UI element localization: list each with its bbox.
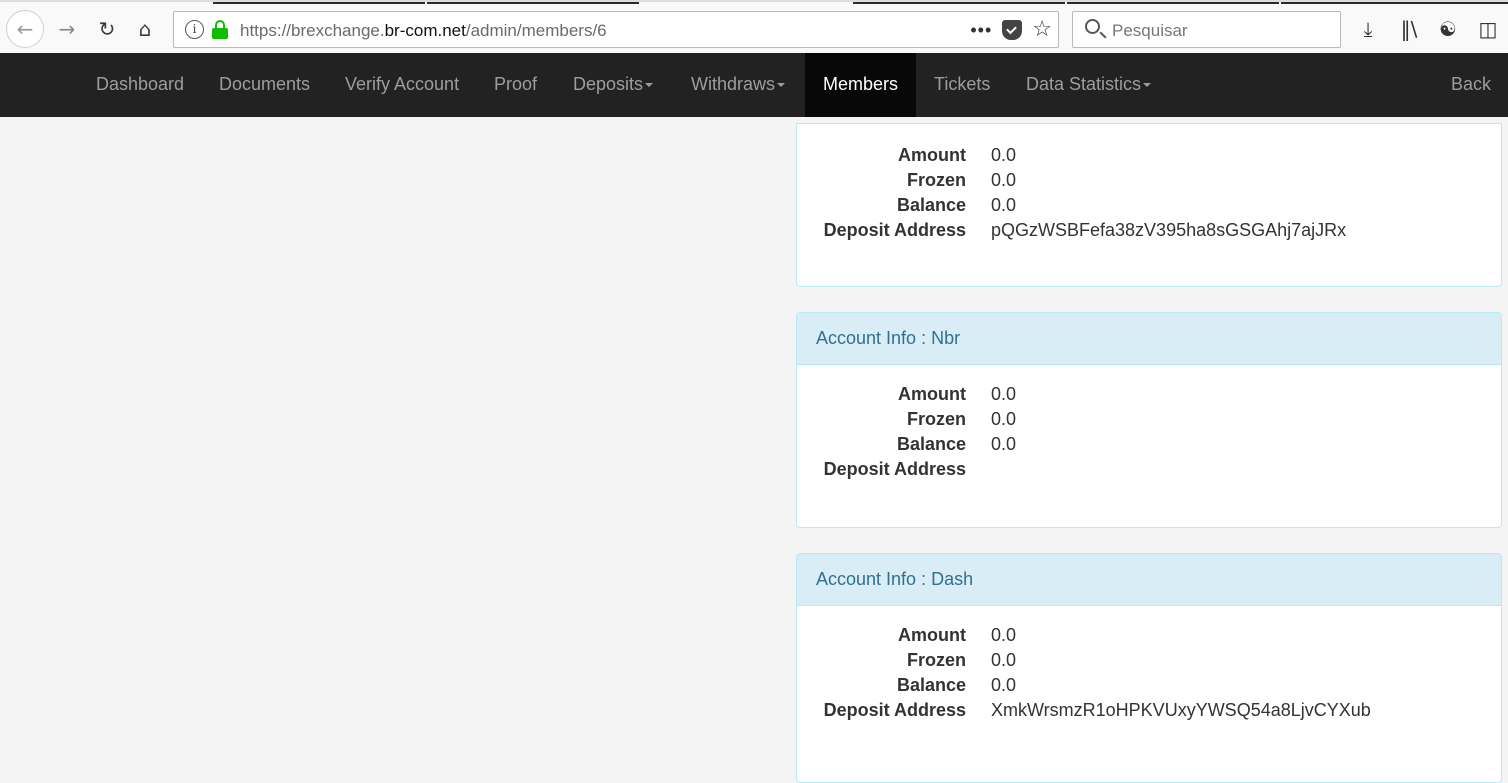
info-row-balance: Balance 0.0	[797, 673, 1503, 698]
row-label: Amount	[898, 145, 966, 165]
row-label: Balance	[896, 675, 966, 695]
account-info-panel-dash: Account Info : Dash Amount 0.0 Frozen 0.0 …	[796, 553, 1502, 783]
info-row-deposit-address: Deposit Address pQGzWSBFefa38zV395ha8sGSG…	[797, 218, 1503, 243]
sidebar-icon[interactable]: ◫	[1474, 14, 1502, 44]
nav-dashboard[interactable]: Dashboard	[96, 53, 184, 117]
row-label: Deposit Address	[823, 220, 966, 240]
info-row-amount: Amount 0.0	[797, 143, 1503, 168]
nav-tickets[interactable]: Tickets	[934, 53, 990, 117]
bookmark-star-icon[interactable]: ☆	[1032, 17, 1052, 43]
reload-icon[interactable]: ↻	[90, 12, 124, 46]
forward-arrow-icon[interactable]: →	[50, 12, 84, 46]
library-icon[interactable]: ‖\	[1395, 14, 1423, 44]
search-placeholder: Pesquisar	[1112, 21, 1188, 40]
info-row-frozen: Frozen 0.0	[797, 648, 1503, 673]
lock-icon[interactable]	[212, 20, 228, 40]
row-value: XmkWrsmzR1oHPKVUxyYWSQ54a8LjvCYXub	[991, 700, 1371, 720]
row-label: Frozen	[906, 409, 966, 429]
sync-icon[interactable]: ☯	[1434, 14, 1462, 44]
url-prefix: https://brexchange.	[240, 21, 385, 40]
search-icon	[1085, 19, 1100, 34]
row-label: Amount	[898, 625, 966, 645]
row-value: 0.0	[991, 409, 1017, 429]
tab-indicator	[213, 2, 425, 4]
url-path: /admin/members/6	[465, 21, 607, 40]
search-input[interactable]: Pesquisar	[1072, 11, 1341, 48]
url-host: br-com.net	[384, 21, 466, 40]
info-row-balance: Balance 0.0	[797, 432, 1503, 457]
caret-down-icon	[1143, 83, 1152, 88]
tab-indicator	[1281, 2, 1508, 4]
home-icon[interactable]: ⌂	[128, 12, 162, 46]
info-row-amount: Amount 0.0	[797, 623, 1503, 648]
download-icon[interactable]: ⤓	[1354, 14, 1382, 44]
account-info-panel-nbr: Account Info : Nbr Amount 0.0 Frozen 0.0 B…	[796, 312, 1502, 528]
row-value: 0.0	[991, 625, 1017, 645]
info-row-frozen: Frozen 0.0	[797, 407, 1503, 432]
row-value: pQGzWSBFefa38zV395ha8sGSGAhj7ajJRx	[991, 220, 1347, 240]
nav-withdraws-label: Withdraws	[691, 74, 776, 94]
row-value: 0.0	[991, 384, 1017, 404]
row-value: 0.0	[991, 675, 1017, 695]
info-row-deposit-address: Deposit Address XmkWrsmzR1oHPKVUxyYWSQ54a…	[797, 698, 1503, 723]
row-value: 0.0	[991, 434, 1017, 454]
nav-members[interactable]: Members	[805, 53, 917, 117]
tab-indicator	[853, 2, 1065, 4]
nav-deposits-dropdown[interactable]: Deposits	[573, 53, 654, 117]
nav-proof[interactable]: Proof	[494, 53, 537, 117]
row-label: Deposit Address	[823, 700, 966, 720]
nav-back[interactable]: Back	[1451, 53, 1491, 117]
row-label: Frozen	[906, 170, 966, 190]
url-text[interactable]: https://brexchange.br-com.net/admin/memb…	[240, 21, 607, 41]
nav-data-statistics-label: Data Statistics	[1026, 74, 1142, 94]
row-label: Balance	[896, 195, 966, 215]
row-label: Balance	[896, 434, 966, 454]
panel-title: Account Info : Dash	[797, 554, 1501, 606]
back-arrow-icon[interactable]: ←	[6, 10, 44, 48]
info-icon[interactable]: i	[185, 20, 204, 39]
nav-data-statistics-dropdown[interactable]: Data Statistics	[1026, 53, 1152, 117]
browser-toolbar: ← → ↻ ⌂ i https://brexchange.br-com.net/…	[0, 0, 1508, 53]
row-value: 0.0	[991, 145, 1017, 165]
main-navbar: Dashboard Documents Verify Account Proof…	[0, 53, 1508, 117]
row-value: 0.0	[991, 195, 1017, 215]
nav-withdraws-dropdown[interactable]: Withdraws	[691, 53, 786, 117]
account-info-panel: Amount 0.0 Frozen 0.0 Balance 0.0 Deposit A…	[796, 123, 1502, 287]
caret-down-icon	[645, 83, 654, 88]
page-actions-icon[interactable]: •••	[970, 20, 992, 41]
row-label: Frozen	[906, 650, 966, 670]
row-value: 0.0	[991, 170, 1017, 190]
info-row-frozen: Frozen 0.0	[797, 168, 1503, 193]
info-row-amount: Amount 0.0	[797, 382, 1503, 407]
address-bar[interactable]: i https://brexchange.br-com.net/admin/me…	[173, 11, 1059, 48]
nav-deposits-label: Deposits	[573, 74, 644, 94]
row-label: Deposit Address	[823, 459, 966, 479]
caret-down-icon	[777, 83, 786, 88]
panel-title: Account Info : Nbr	[797, 313, 1501, 365]
nav-verify-account[interactable]: Verify Account	[345, 53, 459, 117]
pocket-icon[interactable]	[1002, 20, 1023, 40]
tab-indicator	[1067, 2, 1279, 4]
nav-documents[interactable]: Documents	[219, 53, 310, 117]
row-label: Amount	[898, 384, 966, 404]
info-row-balance: Balance 0.0	[797, 193, 1503, 218]
tab-indicator	[427, 2, 639, 4]
row-value: 0.0	[991, 650, 1017, 670]
info-row-deposit-address: Deposit Address	[797, 457, 1503, 482]
